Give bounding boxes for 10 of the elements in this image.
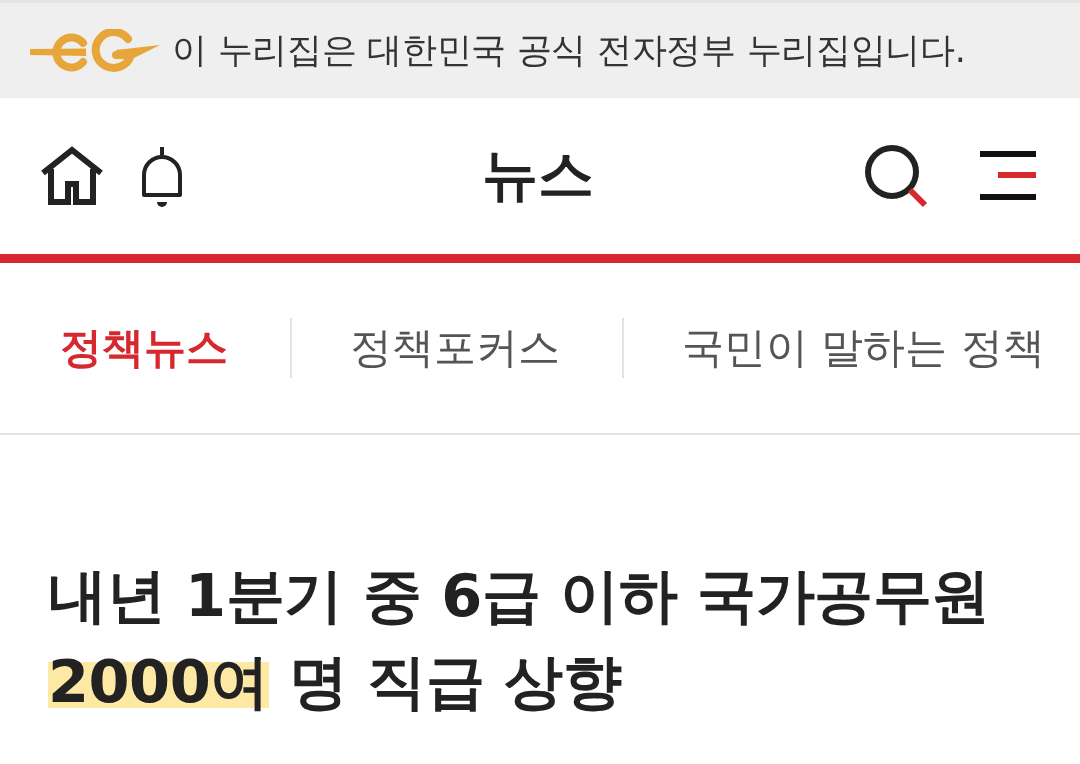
notice-text: 이 누리집은 대한민국 공식 전자정부 누리집입니다. bbox=[172, 29, 966, 72]
search-icon[interactable] bbox=[864, 144, 928, 208]
category-tab[interactable]: 정책포커스 bbox=[350, 320, 560, 376]
article-headline: 내년 1분기 중 6급 이하 국가공무원 2000여 명 직급 상향 bbox=[48, 560, 991, 718]
home-icon[interactable] bbox=[40, 146, 104, 206]
menu-icon[interactable] bbox=[980, 151, 1036, 201]
category-tab[interactable]: 국민이 말하는 정책 bbox=[682, 320, 1045, 376]
emblem-logo-icon bbox=[30, 28, 160, 75]
category-tab[interactable]: 정책뉴스 bbox=[60, 320, 228, 376]
page-title: 뉴스 bbox=[482, 141, 594, 209]
